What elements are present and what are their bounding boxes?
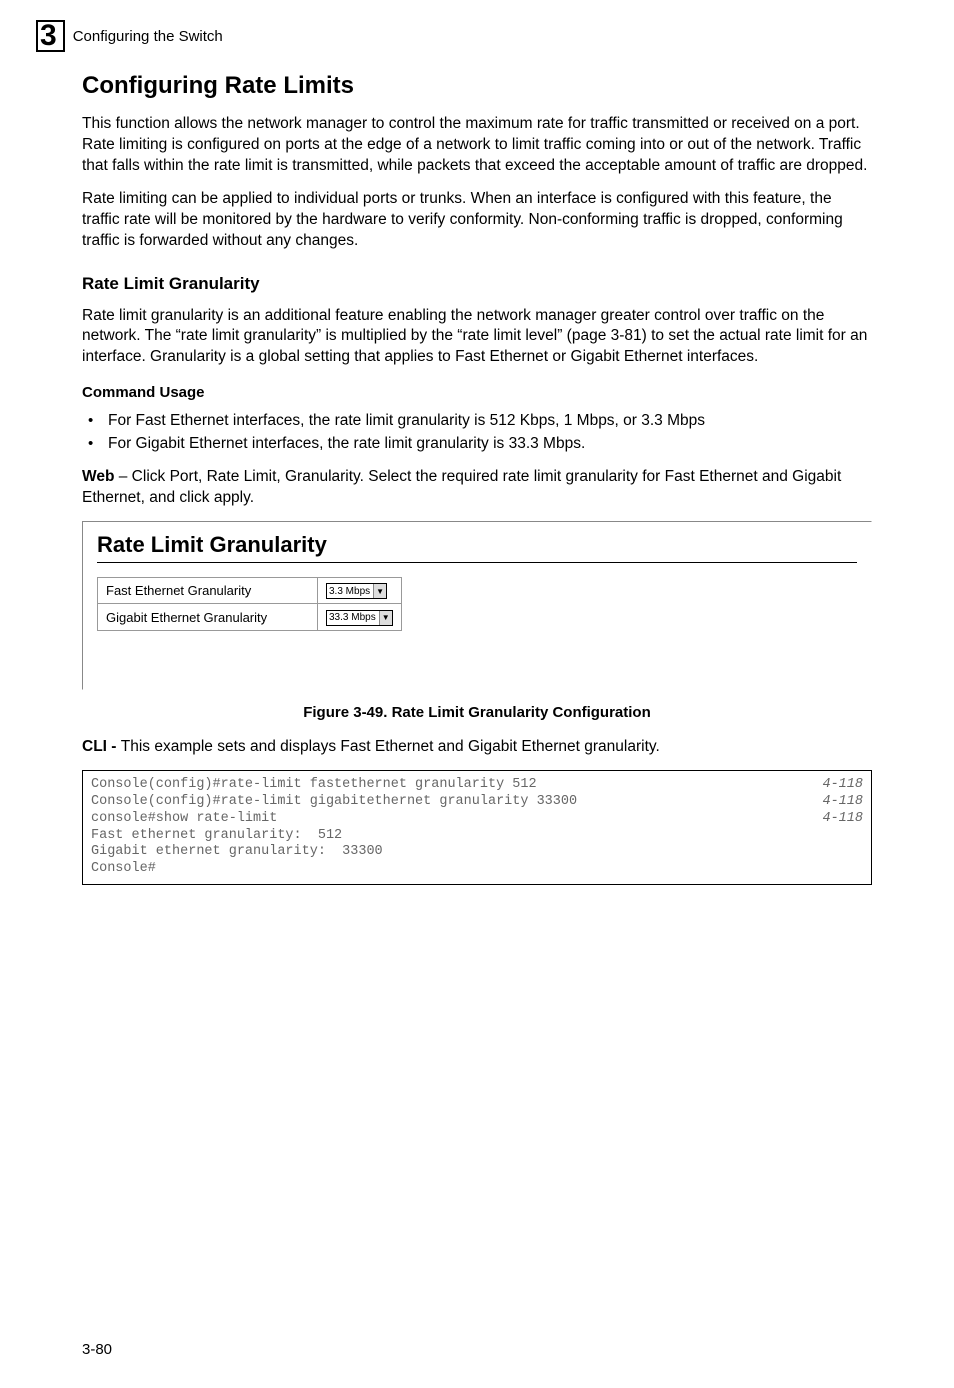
subsection-title: Rate Limit Granularity <box>82 274 872 294</box>
cli-ref: 4-118 <box>822 811 863 828</box>
fast-ethernet-label: Fast Ethernet Granularity <box>98 577 318 604</box>
gigabit-ethernet-cell: 33.3 Mbps ▼ <box>318 604 402 631</box>
table-row: Gigabit Ethernet Granularity 33.3 Mbps ▼ <box>98 604 402 631</box>
rate-limit-panel: Rate Limit Granularity Fast Ethernet Gra… <box>82 521 872 690</box>
cli-cmd: Fast ethernet granularity: 512 <box>91 828 342 845</box>
granularity-table: Fast Ethernet Granularity 3.3 Mbps ▼ Gig… <box>97 577 402 631</box>
cli-label: CLI - <box>82 738 121 755</box>
cli-line: Console(config)#rate-limit fastethernet … <box>91 777 863 794</box>
cli-cmd: Console(config)#rate-limit fastethernet … <box>91 777 537 794</box>
page-header: 3 Configuring the Switch <box>0 0 954 52</box>
figure-caption: Figure 3-49. Rate Limit Granularity Conf… <box>82 704 872 721</box>
web-instruction: Web – Click Port, Rate Limit, Granularit… <box>82 467 872 509</box>
table-row: Fast Ethernet Granularity 3.3 Mbps ▼ <box>98 577 402 604</box>
cli-cmd: Gigabit ethernet granularity: 33300 <box>91 844 383 861</box>
section-title: Configuring the Switch <box>73 28 223 45</box>
page-number: 3-80 <box>82 1341 112 1358</box>
chapter-number: 3 <box>40 21 57 51</box>
cli-line: Console# <box>91 861 863 878</box>
fast-ethernet-cell: 3.3 Mbps ▼ <box>318 577 402 604</box>
list-item: For Gigabit Ethernet interfaces, the rat… <box>82 434 872 455</box>
cli-ref: 4-118 <box>822 794 863 811</box>
fast-ethernet-dropdown[interactable]: 3.3 Mbps ▼ <box>326 583 387 599</box>
page-title: Configuring Rate Limits <box>82 72 872 100</box>
command-usage-heading: Command Usage <box>82 384 872 401</box>
chapter-number-box: 3 <box>36 20 65 52</box>
chevron-down-icon: ▼ <box>379 611 392 625</box>
cli-ref: 4-118 <box>822 777 863 794</box>
web-label: Web <box>82 468 114 485</box>
cli-cmd: Console(config)#rate-limit gigabitethern… <box>91 794 577 811</box>
intro-paragraph-1: This function allows the network manager… <box>82 114 872 177</box>
command-usage-list: For Fast Ethernet interfaces, the rate l… <box>82 411 872 455</box>
panel-divider <box>97 562 857 563</box>
chevron-down-icon: ▼ <box>373 584 386 598</box>
cli-instruction: CLI - This example sets and displays Fas… <box>82 737 872 758</box>
cli-line: Console(config)#rate-limit gigabitethern… <box>91 794 863 811</box>
cli-cmd: Console# <box>91 861 156 878</box>
gigabit-ethernet-dropdown[interactable]: 33.3 Mbps ▼ <box>326 610 393 626</box>
gigabit-ethernet-label: Gigabit Ethernet Granularity <box>98 604 318 631</box>
cli-line: Gigabit ethernet granularity: 33300 <box>91 844 863 861</box>
cli-text: This example sets and displays Fast Ethe… <box>121 738 660 755</box>
intro-paragraph-2: Rate limiting can be applied to individu… <box>82 189 872 252</box>
cli-line: console#show rate-limit 4-118 <box>91 811 863 828</box>
fast-ethernet-value: 3.3 Mbps <box>329 586 370 597</box>
web-text: – Click Port, Rate Limit, Granularity. S… <box>82 468 841 506</box>
list-item: For Fast Ethernet interfaces, the rate l… <box>82 411 872 432</box>
cli-output-box: Console(config)#rate-limit fastethernet … <box>82 770 872 885</box>
panel-title: Rate Limit Granularity <box>97 532 857 558</box>
gigabit-ethernet-value: 33.3 Mbps <box>329 612 376 623</box>
cli-cmd: console#show rate-limit <box>91 811 277 828</box>
cli-line: Fast ethernet granularity: 512 <box>91 828 863 845</box>
granularity-paragraph: Rate limit granularity is an additional … <box>82 306 872 369</box>
